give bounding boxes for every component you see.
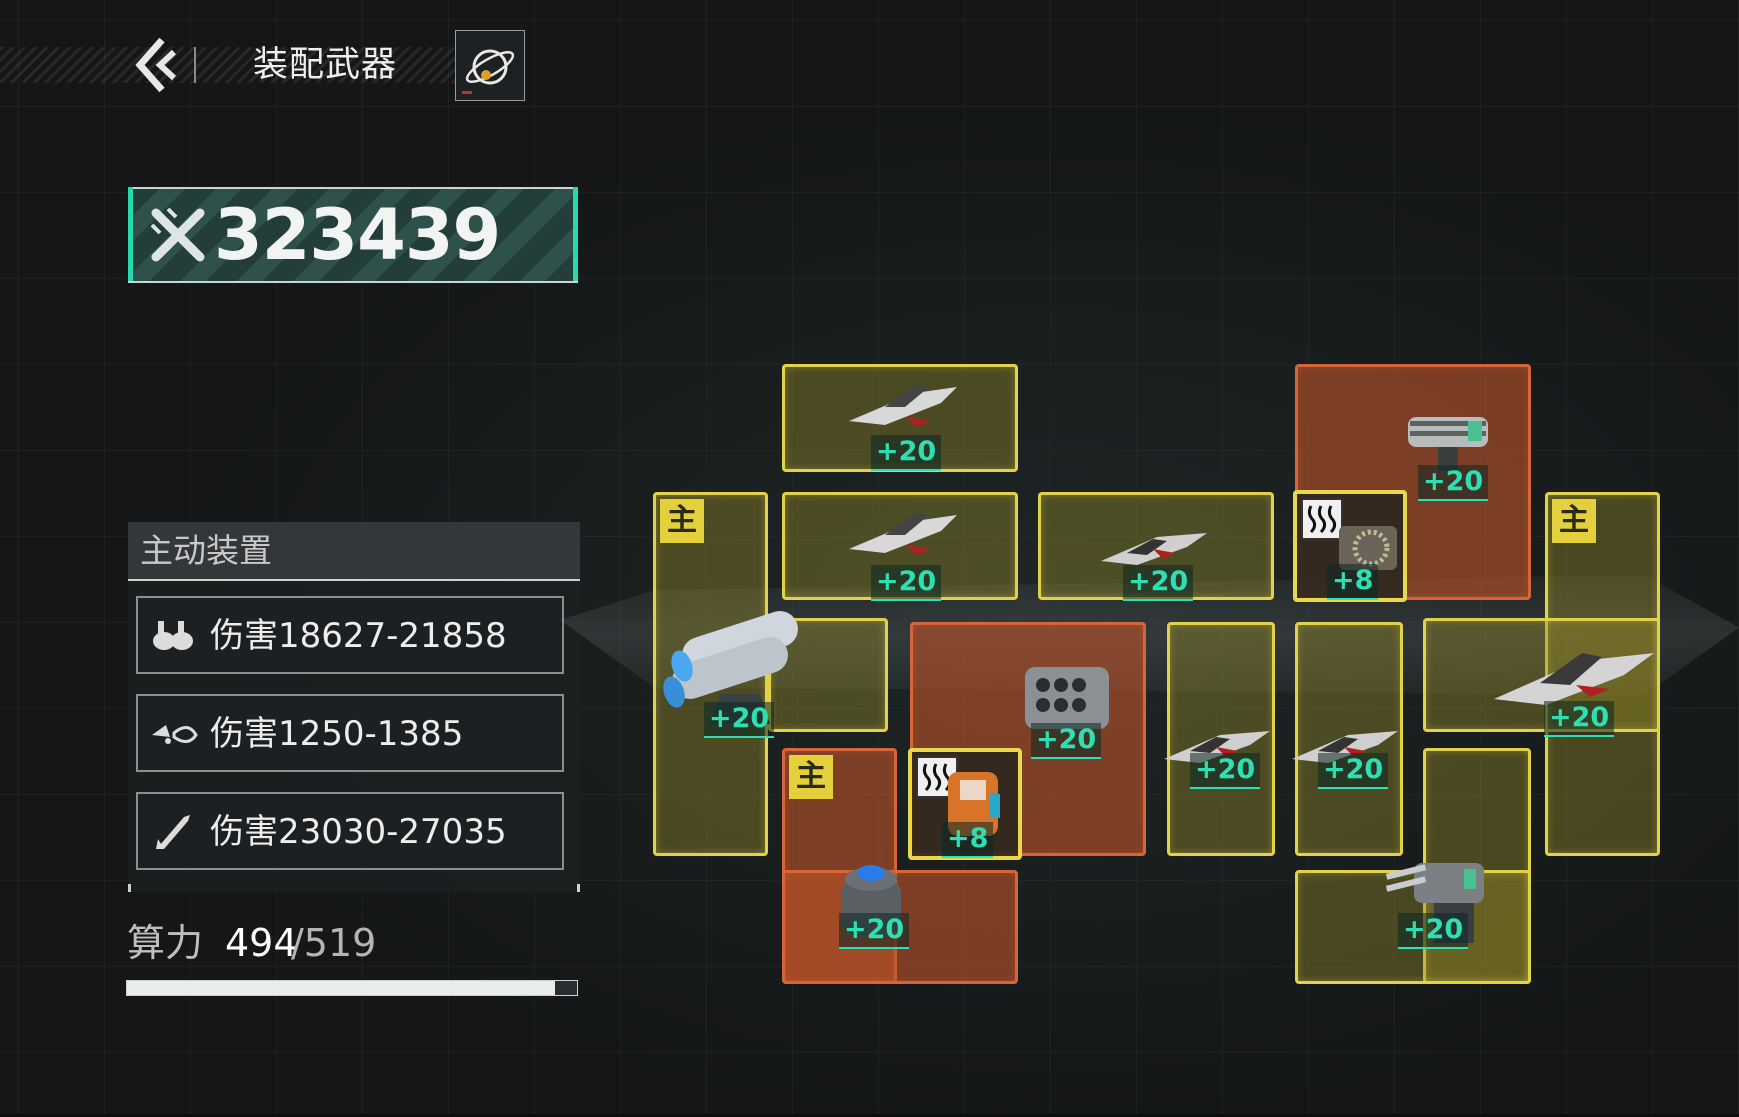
back-chevron-icon (135, 37, 177, 93)
back-button[interactable] (130, 36, 180, 94)
weapon-slot-selected[interactable]: +8 (908, 748, 1022, 860)
weapon-slot[interactable]: +20 (1292, 622, 1403, 856)
slot-level: +20 (1544, 701, 1615, 737)
combat-power-banner: 323439 (128, 187, 578, 283)
compute-progress-bar (126, 980, 578, 996)
compute-total: /519 (291, 921, 377, 965)
combat-power-value: 323439 (214, 194, 501, 276)
active-device-damage: 伤害23030-27035 (210, 812, 507, 852)
drone-icon (152, 725, 198, 744)
slot-level: +20 (1031, 723, 1102, 759)
main-weapon-badge: 主 (789, 755, 833, 799)
power-edge-left (128, 187, 133, 281)
power-edge-right (573, 187, 578, 281)
active-device-row[interactable]: 伤害1250-1385 (136, 694, 564, 772)
ship-select-button[interactable] (455, 30, 525, 101)
slot-level: +20 (871, 435, 942, 471)
slot-level: +20 (704, 702, 775, 738)
panel-corner (577, 884, 580, 892)
weapon-slot[interactable]: +20 (1423, 618, 1660, 737)
active-equipment-panel: 主动装置 伤害18627-21858 伤害1250-1385 伤害23030-2… (128, 522, 580, 892)
active-device-damage: 伤害1250-1385 (210, 714, 464, 754)
slot-level: +20 (871, 565, 942, 601)
slot-level: +20 (1398, 913, 1469, 949)
weapon-slot[interactable]: +20 (782, 865, 1018, 984)
compute-progress-fill (127, 981, 556, 995)
planet-ship-icon (462, 49, 515, 94)
page-title: 装配武器 (253, 45, 398, 85)
weapon-slot-selected[interactable]: +8 (1293, 490, 1407, 602)
active-device-row[interactable]: 伤害23030-27035 (136, 792, 564, 870)
weapon-slot[interactable]: +20 (782, 492, 1018, 601)
slot-level: +20 (1318, 753, 1389, 789)
fighter-icon (849, 513, 957, 555)
main-weapon-badge: 主 (660, 499, 704, 543)
slot-level: +8 (942, 822, 994, 858)
weapon-slot[interactable]: +20 (1038, 492, 1274, 601)
header-separator (194, 47, 196, 83)
weapon-slot[interactable]: +20 (1295, 863, 1531, 984)
slot-level: +8 (1327, 564, 1379, 600)
slot-level: +20 (1123, 565, 1194, 601)
main-weapon-badge: 主 (1552, 499, 1596, 543)
active-device-row[interactable]: 伤害18627-21858 (136, 596, 564, 674)
slot-level: +20 (839, 913, 910, 949)
missile-icon (156, 815, 190, 849)
active-equipment-title: 主动装置 (128, 522, 580, 581)
compute-label: 算力 (127, 921, 204, 965)
fighter-icon (849, 385, 957, 427)
weapon-slot[interactable]: +20 (782, 364, 1018, 472)
slot-level: +20 (1190, 753, 1261, 789)
compute-used: 494 (225, 921, 298, 965)
weapon-slot[interactable]: +20 (1164, 622, 1275, 856)
twin-turret-icon (153, 621, 193, 650)
slot-level: +20 (1418, 465, 1489, 501)
active-device-damage: 伤害18627-21858 (210, 616, 507, 656)
panel-corner (128, 884, 131, 892)
crossed-swords-icon (150, 207, 205, 262)
